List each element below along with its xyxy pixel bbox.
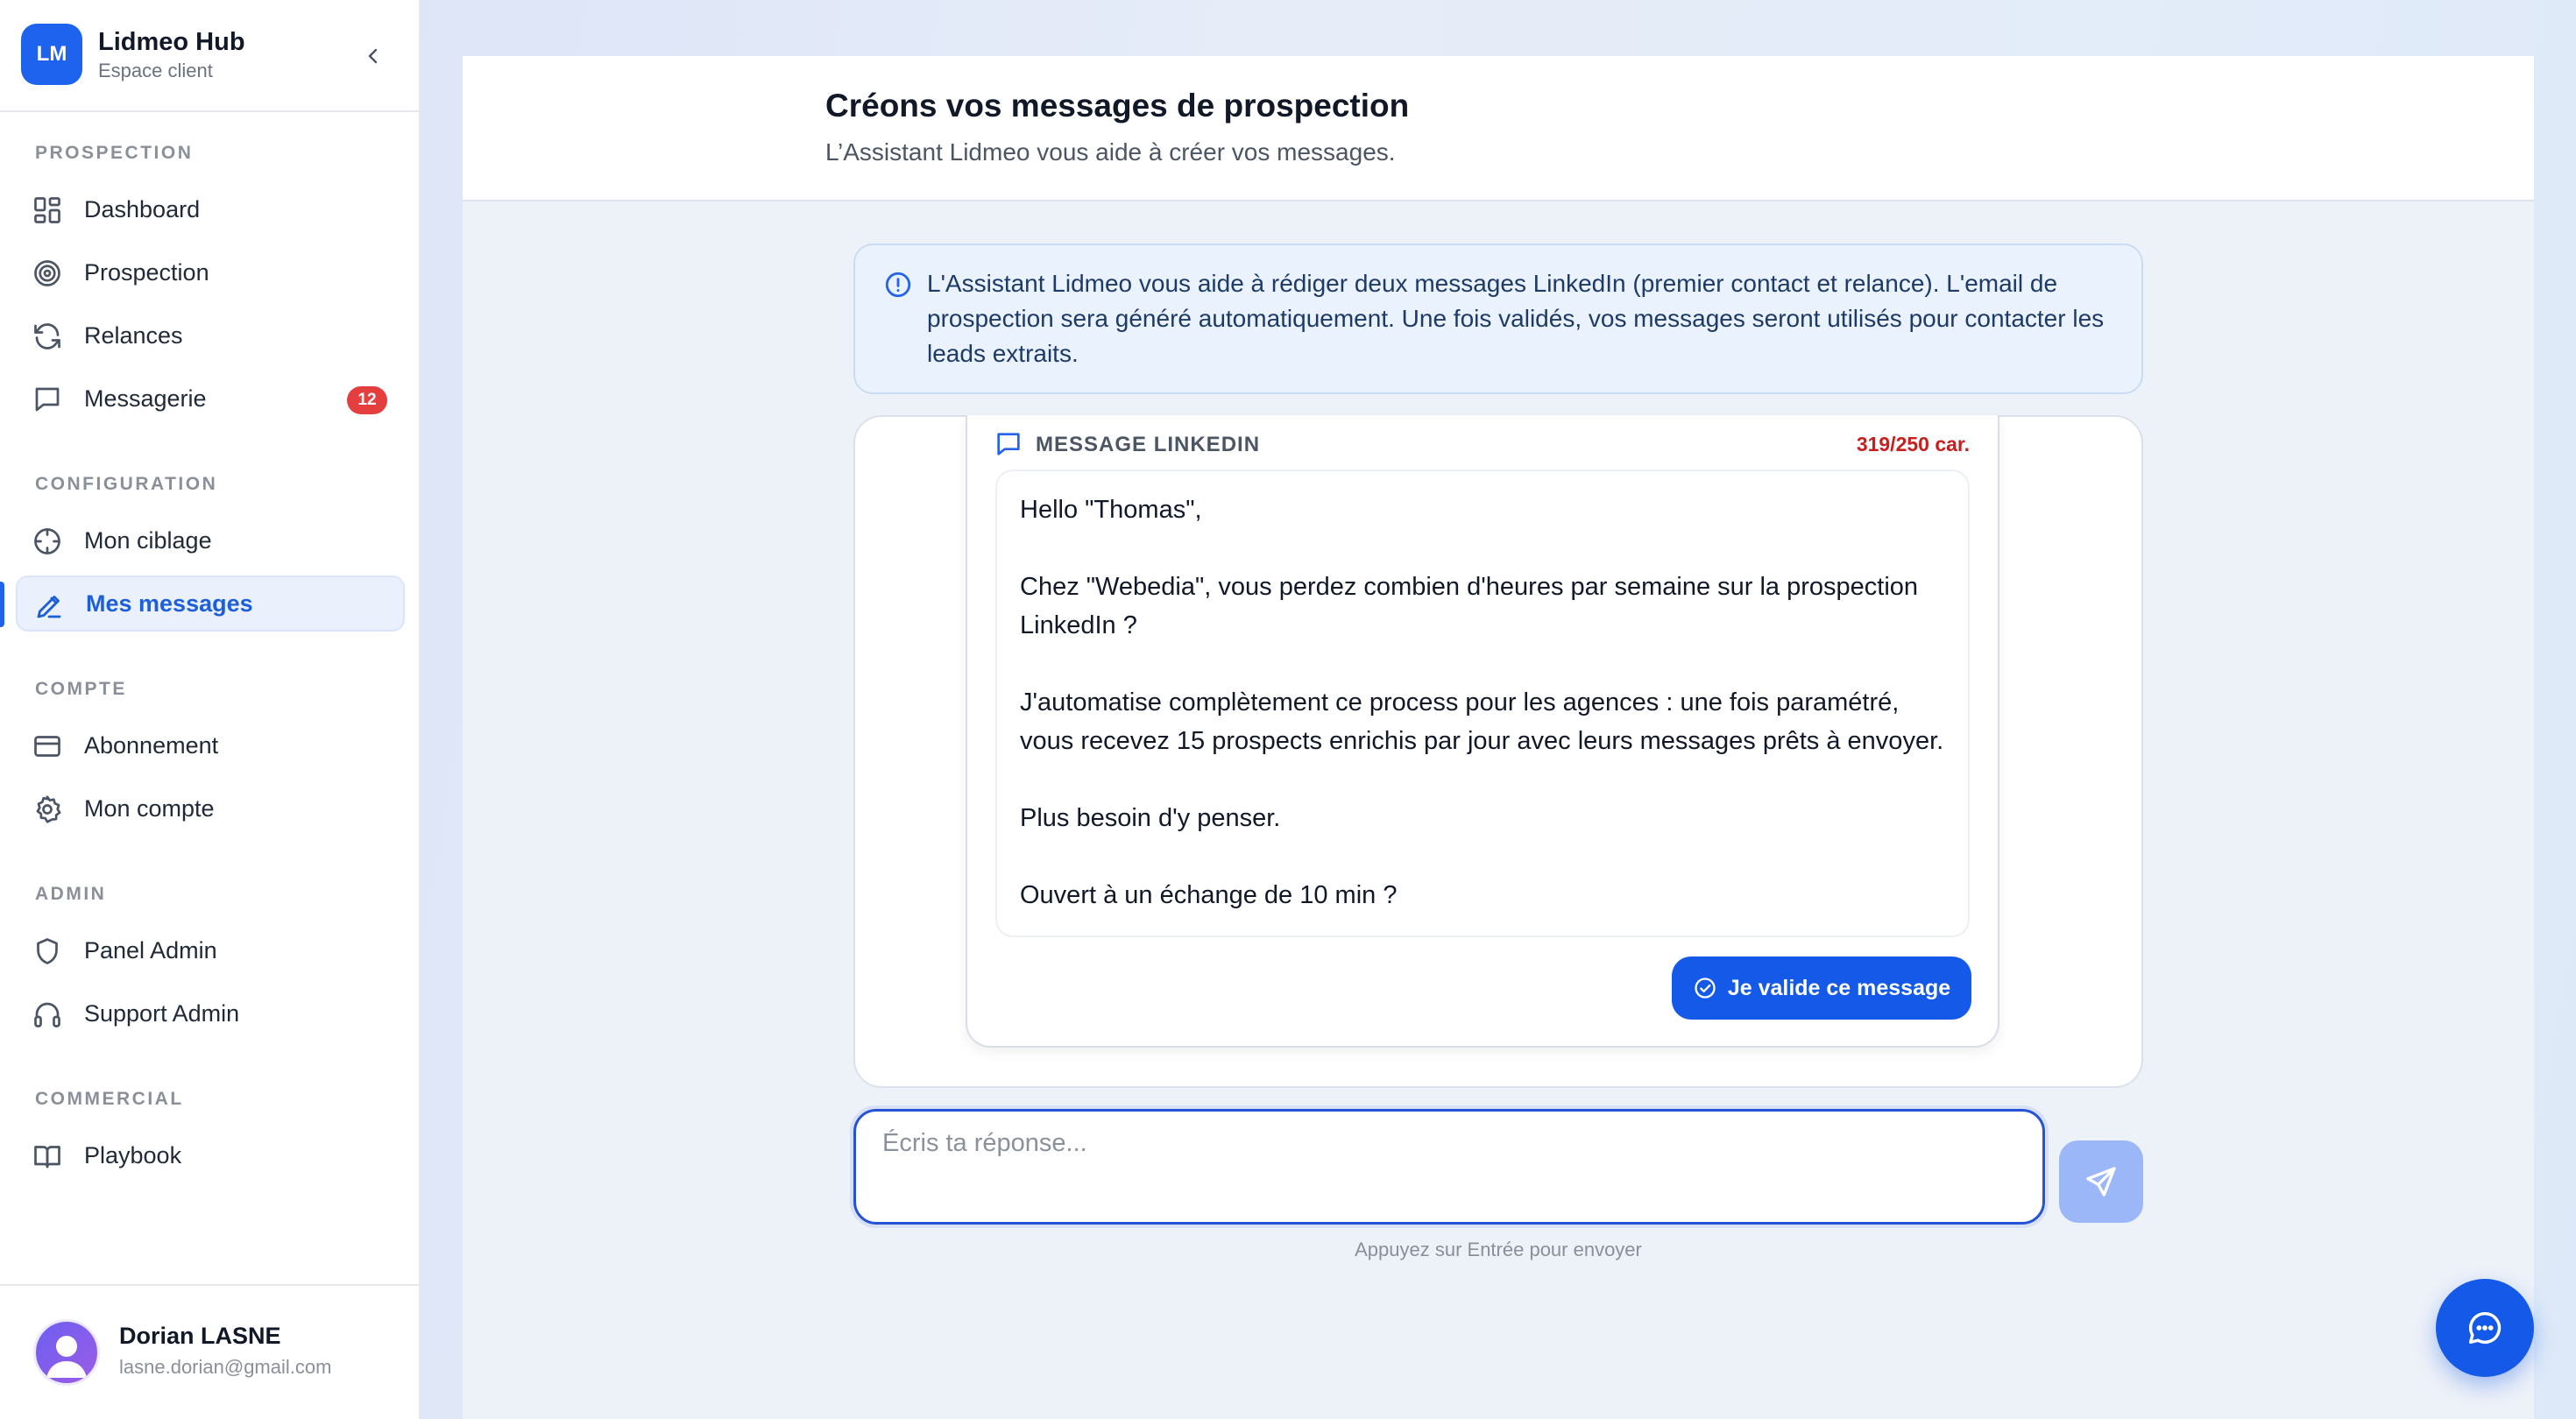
- sidebar-item-prospection[interactable]: Prospection: [16, 244, 405, 300]
- page-subtitle: L’Assistant Lidmeo vous aide à créer vos…: [825, 138, 1396, 166]
- sidebar-item-mon-ciblage[interactable]: Mon ciblage: [16, 512, 405, 568]
- pencil-icon: [37, 596, 61, 618]
- brand-logo[interactable]: LM: [21, 24, 82, 85]
- sidebar-item-playbook[interactable]: Playbook: [16, 1127, 405, 1183]
- sidebar-item-label: Relances: [84, 321, 183, 349]
- check-circle-icon: [1695, 978, 1716, 999]
- validate-button-label: Je valide ce message: [1727, 975, 1951, 1000]
- sidebar-item-label: Mon ciblage: [84, 526, 212, 554]
- sidebar-item-panel-admin[interactable]: Panel Admin: [16, 922, 405, 978]
- sidebar-item-mes-messages[interactable]: Mes messages: [16, 575, 405, 632]
- character-count: 319/250 car.: [1856, 433, 1970, 455]
- shield-icon: [37, 938, 58, 964]
- sidebar-item-label: Support Admin: [84, 999, 240, 1027]
- user-email: lasne.dorian@gmail.com: [119, 1356, 332, 1378]
- info-icon: [885, 272, 911, 298]
- sidebar-item-messagerie[interactable]: Messagerie 12: [16, 371, 405, 427]
- crosshair-icon: [34, 528, 60, 554]
- sidebar-item-label: Prospection: [84, 258, 209, 286]
- collapse-sidebar-button[interactable]: [357, 40, 389, 72]
- credit-card-icon: [34, 736, 60, 757]
- message-paragraph: Chez "Webedia", vous perdez combien d'he…: [1020, 573, 1919, 639]
- target-icon: [34, 260, 60, 286]
- section-title-prospection: PROSPECTION: [35, 143, 194, 163]
- validate-message-button[interactable]: Je valide ce message: [1672, 957, 1971, 1020]
- brand-subtitle: Espace client: [98, 60, 213, 81]
- brand-header: LM Lidmeo Hub Espace client: [0, 0, 419, 112]
- message-card: MESSAGE LINKEDIN 319/250 car. Hello "Tho…: [966, 415, 1999, 1048]
- avatar: [33, 1319, 100, 1386]
- sidebar-item-label: Mes messages: [86, 589, 253, 617]
- unread-count-badge: 12: [347, 386, 387, 414]
- chat-bubble-icon: [35, 387, 60, 412]
- chat-dots-icon: [2468, 1311, 2502, 1345]
- sidebar-item-abonnement[interactable]: Abonnement: [16, 717, 405, 773]
- send-button[interactable]: [2059, 1140, 2143, 1223]
- send-icon: [2086, 1167, 2116, 1197]
- message-paragraph: J'automatise complètement ce process pou…: [1020, 688, 1944, 755]
- gear-icon: [36, 795, 61, 823]
- user-profile[interactable]: Dorian LASNE lasne.dorian@gmail.com: [0, 1284, 419, 1419]
- chat-support-button[interactable]: [2436, 1279, 2534, 1377]
- active-indicator: [0, 582, 4, 627]
- dashboard-icon: [34, 197, 60, 223]
- send-hint: Appuyez sur Entrée pour envoyer: [1355, 1239, 1642, 1260]
- sidebar-item-label: Playbook: [84, 1141, 182, 1168]
- page-header: Créons vos messages de prospection L’Ass…: [463, 56, 2534, 201]
- brand-name: Lidmeo Hub: [98, 28, 245, 56]
- sidebar-item-mon-compte[interactable]: Mon compte: [16, 780, 405, 837]
- sidebar-item-label: Abonnement: [84, 731, 219, 759]
- page-title: Créons vos messages de prospection: [825, 88, 1410, 124]
- user-silhouette-icon: [46, 1336, 87, 1378]
- headphones-icon: [34, 1002, 60, 1027]
- message-paragraph: Plus besoin d'y penser.: [1020, 804, 1281, 832]
- sidebar-item-label: Messagerie: [84, 385, 207, 412]
- sidebar: LM Lidmeo Hub Espace client PROSPECTION …: [0, 0, 421, 1419]
- message-type-label: MESSAGE LINKEDIN: [1036, 433, 1261, 456]
- book-icon: [34, 1146, 60, 1168]
- section-title-admin: ADMIN: [35, 884, 107, 904]
- section-title-compte: COMPTE: [35, 679, 127, 699]
- sidebar-item-support-admin[interactable]: Support Admin: [16, 985, 405, 1041]
- reply-input[interactable]: [853, 1109, 2045, 1225]
- sidebar-item-label: Dashboard: [84, 195, 201, 222]
- sidebar-item-label: Mon compte: [84, 794, 215, 822]
- chat-area[interactable]: MESSAGE LINKEDIN 319/250 car. Hello "Tho…: [853, 415, 2143, 1088]
- message-paragraph: Ouvert à un échange de 10 min ?: [1020, 881, 1398, 909]
- section-title-configuration: CONFIGURATION: [35, 474, 218, 494]
- message-body: Hello "Thomas", Chez "Webedia", vous per…: [995, 469, 1970, 937]
- chevron-left-icon: [368, 48, 378, 64]
- info-banner: L'Assistant Lidmeo vous aide à rédiger d…: [853, 244, 2143, 394]
- section-title-commercial: COMMERCIAL: [35, 1089, 184, 1109]
- message-paragraph: Hello "Thomas",: [1020, 496, 1202, 524]
- chat-bubble-icon: [997, 433, 1020, 455]
- info-text: L'Assistant Lidmeo vous aide à rédiger d…: [927, 270, 2105, 367]
- sidebar-item-relances[interactable]: Relances: [16, 307, 405, 364]
- refresh-icon: [34, 323, 60, 349]
- sidebar-item-dashboard[interactable]: Dashboard: [16, 181, 405, 237]
- sidebar-item-label: Panel Admin: [84, 936, 217, 964]
- user-name: Dorian LASNE: [119, 1323, 281, 1349]
